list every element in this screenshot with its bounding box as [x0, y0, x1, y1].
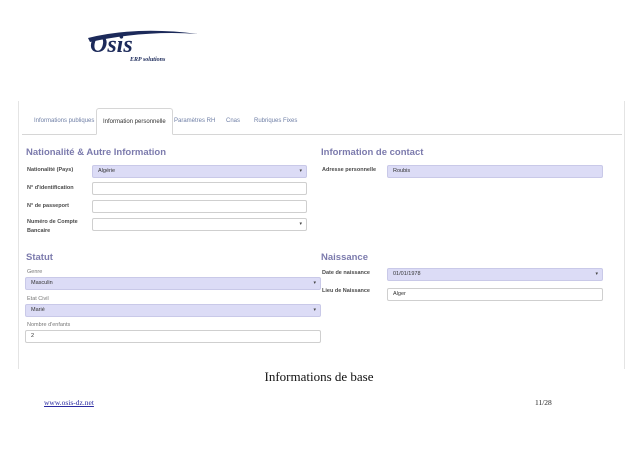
- date-naissance-label: Date de naissance: [322, 270, 370, 276]
- nombre-enfants-label: Nombre d'enfants: [27, 322, 71, 328]
- figure-caption: Informations de base: [264, 369, 374, 384]
- osis-logo-graphic: Osis ERP solutions: [88, 30, 198, 63]
- tab-informations-publiques[interactable]: Informations publiques: [28, 108, 100, 135]
- chevron-down-icon: ▾: [299, 168, 302, 174]
- adresse-label: Adresse personnelle: [322, 167, 377, 173]
- tab-rubriques-fixes[interactable]: Rubriques Fixes: [248, 108, 303, 135]
- etat-civil-value: Marié: [31, 307, 45, 313]
- logo-wordmark: Osis: [90, 32, 133, 58]
- logo-tagline: ERP solutions: [129, 57, 166, 63]
- chevron-down-icon: ▾: [313, 307, 316, 313]
- chevron-down-icon: ▾: [299, 221, 302, 227]
- etat-civil-select[interactable]: Marié ▾: [25, 304, 321, 317]
- section-title-statut: Statut: [26, 252, 53, 263]
- passeport-input[interactable]: [92, 200, 307, 213]
- tab-parametres-rh[interactable]: Paramètres RH: [168, 108, 221, 135]
- compte-bancaire-label: Numéro de Compte Bancaire: [27, 219, 78, 234]
- website-link[interactable]: www.osis-dz.net: [44, 398, 94, 407]
- nationalite-value: Algérie: [98, 168, 116, 174]
- date-naissance-value: 01/01/1978: [393, 271, 421, 277]
- date-naissance-input[interactable]: 01/01/1978 ▾: [387, 268, 603, 281]
- section-title-naissance: Naissance: [321, 252, 369, 263]
- chevron-down-icon: ▾: [595, 271, 598, 277]
- identification-label: N° d'identification: [27, 185, 74, 191]
- identification-input[interactable]: [92, 182, 307, 195]
- osis-logo: Osis ERP solutions: [86, 24, 206, 64]
- genre-value: Masculin: [31, 280, 53, 286]
- tab-cnas[interactable]: Cnas: [220, 108, 246, 135]
- genre-label: Genre: [27, 269, 43, 275]
- tab-information-personnelle[interactable]: Information personnelle: [96, 108, 173, 135]
- adresse-input[interactable]: Roubis: [387, 165, 603, 178]
- section-title-contact: Information de contact: [321, 147, 424, 158]
- lieu-naissance-label: Lieu de Naissance: [322, 288, 370, 294]
- passeport-label: N° de passeport: [27, 203, 69, 209]
- genre-select[interactable]: Masculin ▾: [25, 277, 321, 290]
- form-frame: [18, 101, 625, 369]
- nationalite-select[interactable]: Algérie ▾: [92, 165, 307, 178]
- tab-bar: Informations publiques Information perso…: [22, 108, 622, 135]
- etat-civil-label: Etat Civil: [27, 296, 49, 302]
- chevron-down-icon: ▾: [313, 280, 316, 286]
- lieu-naissance-input[interactable]: Alger: [387, 288, 603, 301]
- page-number: 11/28: [535, 398, 552, 407]
- nombre-enfants-input[interactable]: 2: [25, 330, 321, 343]
- compte-bancaire-select[interactable]: ▾: [92, 218, 307, 231]
- section-title-nationalite: Nationalité & Autre Information: [26, 147, 167, 158]
- nationalite-label: Nationalité (Pays): [27, 167, 74, 173]
